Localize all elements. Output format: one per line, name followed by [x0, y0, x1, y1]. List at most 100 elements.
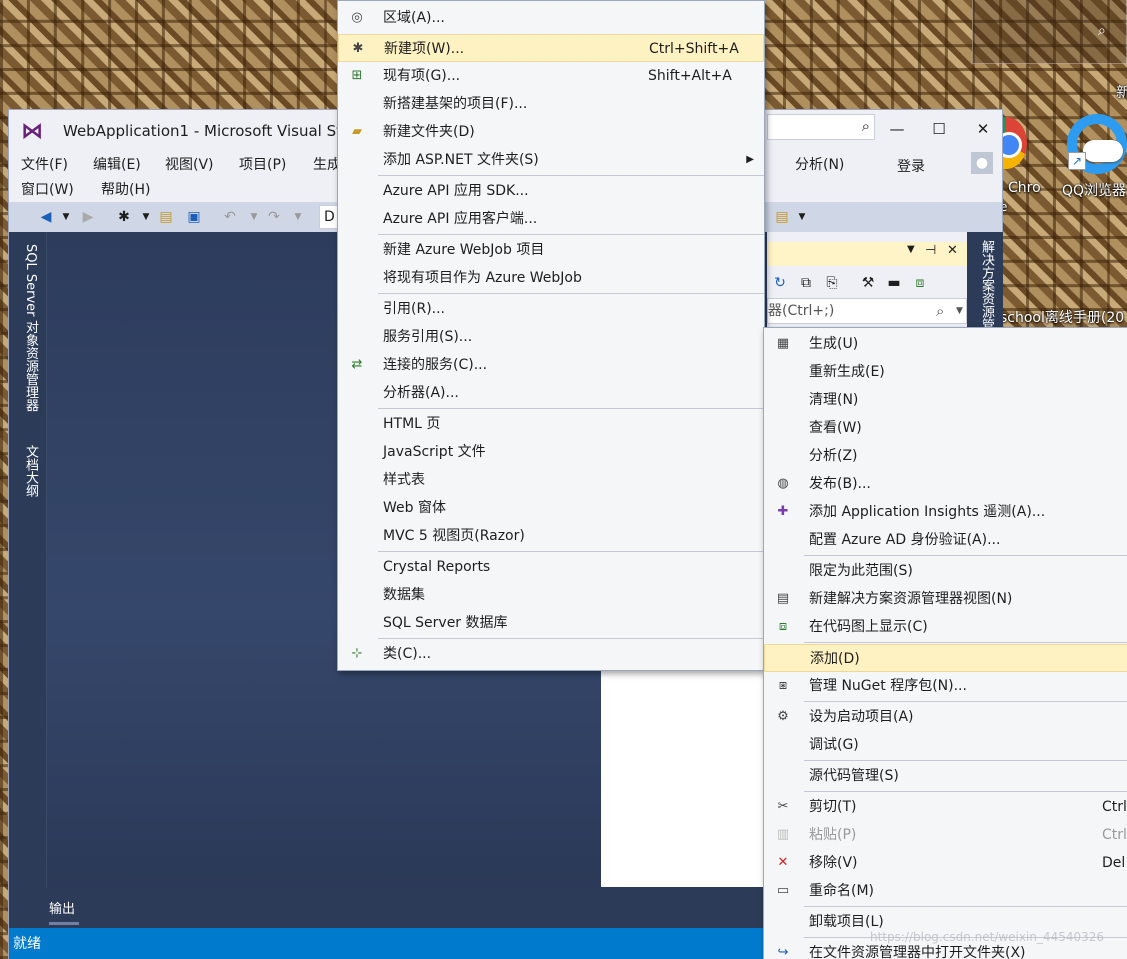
redo-icon[interactable]: ↷	[265, 208, 283, 226]
preview-icon[interactable]: ▬	[885, 274, 903, 292]
sign-in-link[interactable]: 登录	[897, 156, 925, 176]
menu-item-sql-database[interactable]: SQL Server 数据库	[338, 609, 764, 637]
code-map-icon[interactable]: ⧈	[911, 274, 929, 292]
menu-item-new-explorer-view[interactable]: ▤ 新建解决方案资源管理器视图(N)	[764, 585, 1127, 613]
menu-item-cut[interactable]: ✂ 剪切(T) Ctrl	[764, 793, 1127, 821]
menu-item-html-page[interactable]: HTML 页	[338, 410, 764, 438]
dropdown-icon[interactable]: ▼	[137, 208, 155, 226]
separator	[378, 551, 764, 552]
menu-item-azure-api-sdk[interactable]: Azure API 应用 SDK...	[338, 177, 764, 205]
menu-item-aspnet-folder[interactable]: 添加 ASP.NET 文件夹(S) ▶	[338, 146, 764, 174]
menu-item-manage-nuget[interactable]: ⧆ 管理 NuGet 程序包(N)...	[764, 672, 1127, 700]
menu-item-dataset[interactable]: 数据集	[338, 581, 764, 609]
dropdown-icon[interactable]: ▼	[57, 208, 75, 226]
menu-analyze[interactable]: 分析(N)	[795, 154, 844, 174]
minimize-button[interactable]: —	[875, 114, 919, 144]
menu-item-azure-ad[interactable]: 配置 Azure AD 身份验证(A)...	[764, 526, 1127, 554]
menu-item-new-scaffolded[interactable]: 新搭建基架的项目(F)...	[338, 90, 764, 118]
dropdown-icon[interactable]: ▼	[289, 208, 307, 226]
toolbar-overflow-icon[interactable]: ▼	[793, 208, 811, 226]
menu-window[interactable]: 窗口(W)	[21, 179, 74, 199]
solution-explorer-panel: ▼ ⊣ ✕ ↻ ⧉ ⎘ ⚒ ▬ ⧈ 器(Ctrl+;) ⌕ ▼	[767, 232, 967, 324]
save-icon[interactable]: ▣	[185, 208, 203, 226]
dropdown-icon[interactable]: ▼	[907, 244, 915, 255]
menu-item-add[interactable]: 添加(D)	[764, 644, 1127, 672]
new-project-icon[interactable]: ✱	[115, 208, 133, 226]
properties-wrench-icon[interactable]: ⚒	[859, 274, 877, 292]
menu-item-rebuild[interactable]: 重新生成(E)	[764, 358, 1127, 386]
dropdown-icon[interactable]: ▼	[956, 299, 963, 323]
menu-item-scope-to-this[interactable]: 限定为此范围(S)	[764, 557, 1127, 585]
menu-help[interactable]: 帮助(H)	[101, 179, 150, 199]
menu-edit[interactable]: 编辑(E)	[93, 154, 141, 174]
new-item-icon: ✱	[352, 41, 364, 56]
solution-explorer-search-input[interactable]: 器(Ctrl+;) ⌕ ▼	[767, 298, 967, 324]
close-icon[interactable]: ✕	[947, 243, 958, 258]
pin-icon[interactable]: ⊣	[925, 243, 936, 258]
menu-item-publish[interactable]: ◍ 发布(B)...	[764, 470, 1127, 498]
menu-item-javascript-file[interactable]: JavaScript 文件	[338, 438, 764, 466]
menu-item-web-form[interactable]: Web 窗体	[338, 494, 764, 522]
back-icon[interactable]: ◀	[37, 208, 55, 226]
menu-item-mvc5-view[interactable]: MVC 5 视图页(Razor)	[338, 522, 764, 550]
menu-item-existing-item[interactable]: ⊞ 现有项(G)... Shift+Alt+A	[338, 62, 764, 90]
menu-item-new-item[interactable]: ✱ 新建项(W)... Ctrl+Shift+A	[338, 34, 764, 62]
menu-project[interactable]: 项目(P)	[239, 154, 286, 174]
watermark-text: https://blog.csdn.net/weixin_44540326	[870, 930, 1105, 944]
sql-server-object-explorer-tab[interactable]: SQL Server 对象资源管理器	[21, 244, 40, 412]
maximize-button[interactable]: ☐	[917, 114, 961, 144]
output-tab[interactable]: 输出	[49, 898, 75, 917]
search-icon: ⌕	[936, 302, 945, 320]
document-outline-tab[interactable]: 文档大纲	[21, 445, 40, 497]
separator	[378, 408, 764, 409]
menu-file[interactable]: 文件(F)	[21, 154, 68, 174]
scissors-icon: ✂	[777, 799, 789, 814]
solution-explorer-header: ▼ ⊣ ✕	[767, 242, 967, 266]
menu-item-area[interactable]: ◎ 区域(A)...	[338, 4, 764, 32]
menu-item-paste[interactable]: ▥ 粘贴(P) Ctrl	[764, 821, 1127, 849]
menu-item-debug[interactable]: 调试(G)	[764, 731, 1127, 759]
menu-item-class[interactable]: ⊹ 类(C)...	[338, 640, 764, 668]
separator	[378, 638, 764, 639]
menu-item-rename[interactable]: ▭ 重命名(M)	[764, 877, 1127, 905]
menu-item-analyzer[interactable]: 分析器(A)...	[338, 379, 764, 407]
menu-item-service-reference[interactable]: 服务引用(S)...	[338, 323, 764, 351]
undo-icon[interactable]: ↶	[221, 208, 239, 226]
menu-item-set-startup[interactable]: ⚙ 设为启动项目(A)	[764, 703, 1127, 731]
menu-item-existing-as-webjob[interactable]: 将现有项目作为 Azure WebJob	[338, 264, 764, 292]
menu-item-new-folder[interactable]: ▰ 新建文件夹(D)	[338, 118, 764, 146]
menu-item-view[interactable]: 查看(W)	[764, 414, 1127, 442]
menu-item-crystal-reports[interactable]: Crystal Reports	[338, 553, 764, 581]
folder-icon[interactable]: ▤	[773, 208, 791, 226]
quick-launch-input[interactable]: ⌕	[767, 114, 875, 140]
menu-item-build[interactable]: ▦ 生成(U)	[764, 330, 1127, 358]
menu-item-show-on-code-map[interactable]: ⧈ 在代码图上显示(C)	[764, 613, 1127, 641]
refresh-icon[interactable]: ↻	[771, 274, 789, 292]
globe-icon: ◍	[777, 476, 789, 491]
menu-item-azure-api-client[interactable]: Azure API 应用客户端...	[338, 205, 764, 233]
menu-item-stylesheet[interactable]: 样式表	[338, 466, 764, 494]
dropdown-icon[interactable]: ▼	[245, 208, 263, 226]
output-tab-indicator	[49, 922, 79, 925]
cloud-icon	[1083, 140, 1123, 162]
menu-item-connected-service[interactable]: ⇄ 连接的服务(C)...	[338, 351, 764, 379]
separator	[378, 234, 764, 235]
open-folder-icon[interactable]: ▤	[157, 208, 175, 226]
lightbulb-icon: ✚	[777, 504, 789, 519]
menu-view[interactable]: 视图(V)	[165, 154, 214, 174]
menu-item-reference[interactable]: 引用(R)...	[338, 295, 764, 323]
menu-item-new-webjob[interactable]: 新建 Azure WebJob 项目	[338, 236, 764, 264]
collapse-all-icon[interactable]: ⧉	[797, 274, 815, 292]
close-button[interactable]: ✕	[961, 114, 1005, 144]
menu-item-remove[interactable]: ✕ 移除(V) Del	[764, 849, 1127, 877]
gear-icon: ⚙	[777, 709, 789, 724]
desktop-search-box[interactable]: ⌕	[972, 0, 1127, 64]
menu-item-source-control[interactable]: 源代码管理(S)	[764, 762, 1127, 790]
account-avatar-icon[interactable]: ●	[971, 152, 993, 174]
show-all-files-icon[interactable]: ⎘	[823, 274, 841, 292]
menu-item-analyze[interactable]: 分析(Z)	[764, 442, 1127, 470]
menu-item-clean[interactable]: 清理(N)	[764, 386, 1127, 414]
forward-icon[interactable]: ▶	[79, 208, 97, 226]
search-placeholder: 器(Ctrl+;)	[768, 303, 835, 319]
menu-item-app-insights[interactable]: ✚ 添加 Application Insights 遥测(A)...	[764, 498, 1127, 526]
